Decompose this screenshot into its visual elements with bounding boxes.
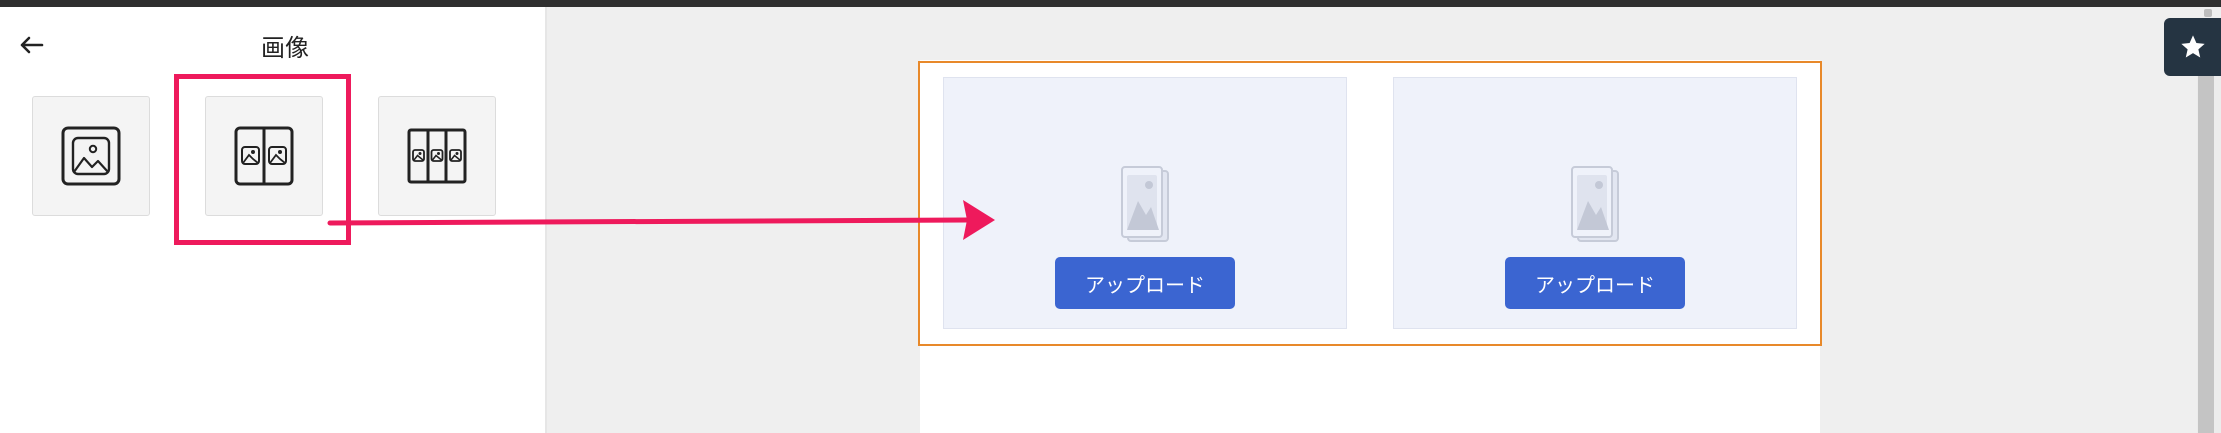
star-icon [2180,35,2205,58]
favorite-button[interactable] [2164,18,2221,76]
annotation-arrow [327,200,995,240]
scrollbar-arrow[interactable] [2204,9,2212,17]
scrollbar-thumb[interactable] [2198,76,2214,433]
